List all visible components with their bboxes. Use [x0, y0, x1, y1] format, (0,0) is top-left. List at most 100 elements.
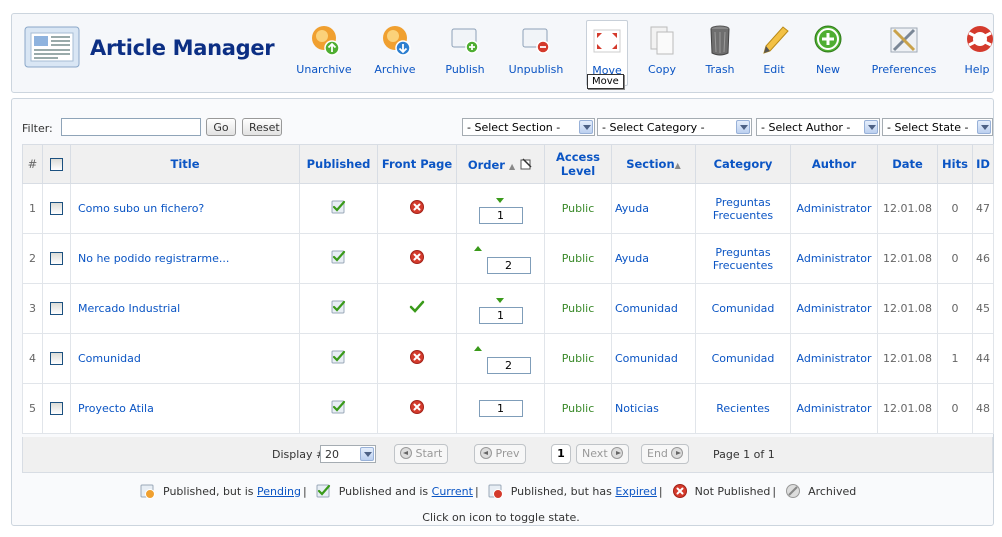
order-input[interactable]: 1	[478, 307, 523, 324]
date-cell: 12.01.08	[877, 383, 938, 434]
article-title-link[interactable]: Comunidad	[78, 352, 141, 365]
legend-pending-text: Published, but is	[163, 484, 254, 498]
prev-button[interactable]: Prev	[474, 444, 526, 464]
category-cell: Comunidad	[695, 333, 791, 384]
col-hits[interactable]: Hits	[937, 144, 973, 184]
section-link[interactable]: Ayuda	[615, 252, 649, 265]
publish-button[interactable]: Publish	[440, 20, 490, 86]
section-select[interactable]: - Select Section -	[462, 118, 595, 136]
new-button[interactable]: New	[808, 20, 848, 86]
filter-input[interactable]	[61, 118, 201, 136]
col-id[interactable]: ID	[972, 144, 994, 184]
article-manager-logo-icon	[24, 26, 80, 68]
preferences-button[interactable]: Preferences	[864, 20, 944, 86]
col-access[interactable]: Access Level	[544, 144, 612, 184]
move-up-icon[interactable]	[471, 243, 485, 257]
article-title-link[interactable]: Mercado Industrial	[78, 302, 180, 315]
article-title-link[interactable]: Como subo un fichero?	[78, 202, 204, 215]
article-title-link[interactable]: Proyecto Atila	[78, 402, 154, 415]
col-order[interactable]: Order ▲	[456, 144, 545, 184]
next-button[interactable]: Next	[576, 444, 630, 464]
archive-button[interactable]: Archive	[370, 20, 420, 86]
article-title-link[interactable]: No he podido registrarme...	[78, 252, 229, 265]
move-up-icon[interactable]	[471, 343, 485, 357]
access-level-link[interactable]: Public	[562, 202, 595, 215]
author-link[interactable]: Administrator	[797, 302, 872, 315]
legend-current-link[interactable]: Current	[432, 485, 473, 498]
trash-button[interactable]: Trash	[700, 20, 740, 86]
author-select[interactable]: - Select Author -	[756, 118, 880, 136]
go-button[interactable]: Go	[206, 118, 236, 136]
published-toggle-icon[interactable]	[331, 349, 347, 365]
row-checkbox[interactable]	[50, 202, 63, 216]
display-count-select[interactable]: 20	[320, 445, 376, 463]
col-section[interactable]: Section▲	[611, 144, 696, 184]
row-checkbox[interactable]	[50, 352, 63, 366]
state-select[interactable]: - Select State -	[882, 118, 993, 136]
category-select[interactable]: - Select Category -	[597, 118, 752, 136]
col-title[interactable]: Title	[70, 144, 300, 184]
category-link[interactable]: Comunidad	[712, 302, 775, 315]
section-link[interactable]: Comunidad	[615, 352, 678, 365]
start-button[interactable]: Start	[394, 444, 449, 464]
published-toggle-icon[interactable]	[331, 249, 347, 265]
move-down-icon[interactable]	[493, 193, 507, 207]
help-button[interactable]: Help	[962, 20, 993, 86]
unpublish-button[interactable]: Unpublish	[506, 20, 566, 86]
author-link[interactable]: Administrator	[797, 252, 872, 265]
category-link[interactable]: Recientes	[716, 402, 770, 415]
next-label: Next	[582, 447, 608, 460]
legend-expired-link[interactable]: Expired	[615, 485, 657, 498]
order-input[interactable]: 2	[486, 357, 531, 374]
move-down-icon[interactable]	[493, 293, 507, 307]
expired-icon	[488, 484, 503, 499]
published-toggle-icon[interactable]	[331, 299, 347, 315]
published-toggle-icon[interactable]	[331, 199, 347, 215]
page-number-button[interactable]: 1	[551, 444, 571, 464]
col-author[interactable]: Author	[790, 144, 878, 184]
author-link[interactable]: Administrator	[797, 352, 872, 365]
edit-button[interactable]: Edit	[754, 20, 794, 86]
order-input[interactable]: 2	[486, 257, 531, 274]
filter-label: Filter:	[22, 122, 53, 135]
row-checkbox[interactable]	[50, 252, 63, 266]
front-page-yes-icon[interactable]	[409, 299, 425, 315]
order-input[interactable]: 1	[478, 207, 523, 224]
save-order-icon[interactable]	[519, 157, 533, 171]
access-level-link[interactable]: Public	[562, 252, 595, 265]
select-all-checkbox[interactable]	[50, 158, 63, 171]
access-level-link[interactable]: Public	[562, 402, 595, 415]
col-category[interactable]: Category	[695, 144, 791, 184]
category-link[interactable]: Comunidad	[712, 352, 775, 365]
row-checkbox[interactable]	[50, 402, 63, 416]
author-cell: Administrator	[790, 333, 878, 384]
row-checkbox[interactable]	[50, 302, 63, 316]
chevron-down-icon	[579, 120, 593, 134]
access-level-link[interactable]: Public	[562, 302, 595, 315]
row-number: 2	[22, 233, 43, 284]
section-link[interactable]: Noticias	[615, 402, 659, 415]
col-front-page[interactable]: Front Page	[377, 144, 457, 184]
col-published[interactable]: Published	[299, 144, 378, 184]
front-page-no-icon[interactable]	[409, 349, 425, 365]
section-link[interactable]: Comunidad	[615, 302, 678, 315]
col-num: #	[22, 144, 43, 184]
order-input[interactable]: 1	[478, 400, 523, 417]
end-button[interactable]: End	[641, 444, 690, 464]
front-page-no-icon[interactable]	[409, 249, 425, 265]
access-level-link[interactable]: Public	[562, 352, 595, 365]
author-link[interactable]: Administrator	[797, 402, 872, 415]
unarchive-button[interactable]: Unarchive	[294, 20, 354, 86]
section-link[interactable]: Ayuda	[615, 202, 649, 215]
copy-button[interactable]: Copy	[642, 20, 682, 86]
col-date[interactable]: Date	[877, 144, 938, 184]
author-link[interactable]: Administrator	[797, 202, 872, 215]
copy-icon	[650, 26, 674, 55]
front-page-no-icon[interactable]	[409, 199, 425, 215]
legend-pending-link[interactable]: Pending	[257, 485, 301, 498]
category-link[interactable]: Preguntas Frecuentes	[713, 246, 773, 272]
published-toggle-icon[interactable]	[331, 399, 347, 415]
front-page-no-icon[interactable]	[409, 399, 425, 415]
category-link[interactable]: Preguntas Frecuentes	[713, 196, 773, 222]
reset-button[interactable]: Reset	[242, 118, 282, 136]
